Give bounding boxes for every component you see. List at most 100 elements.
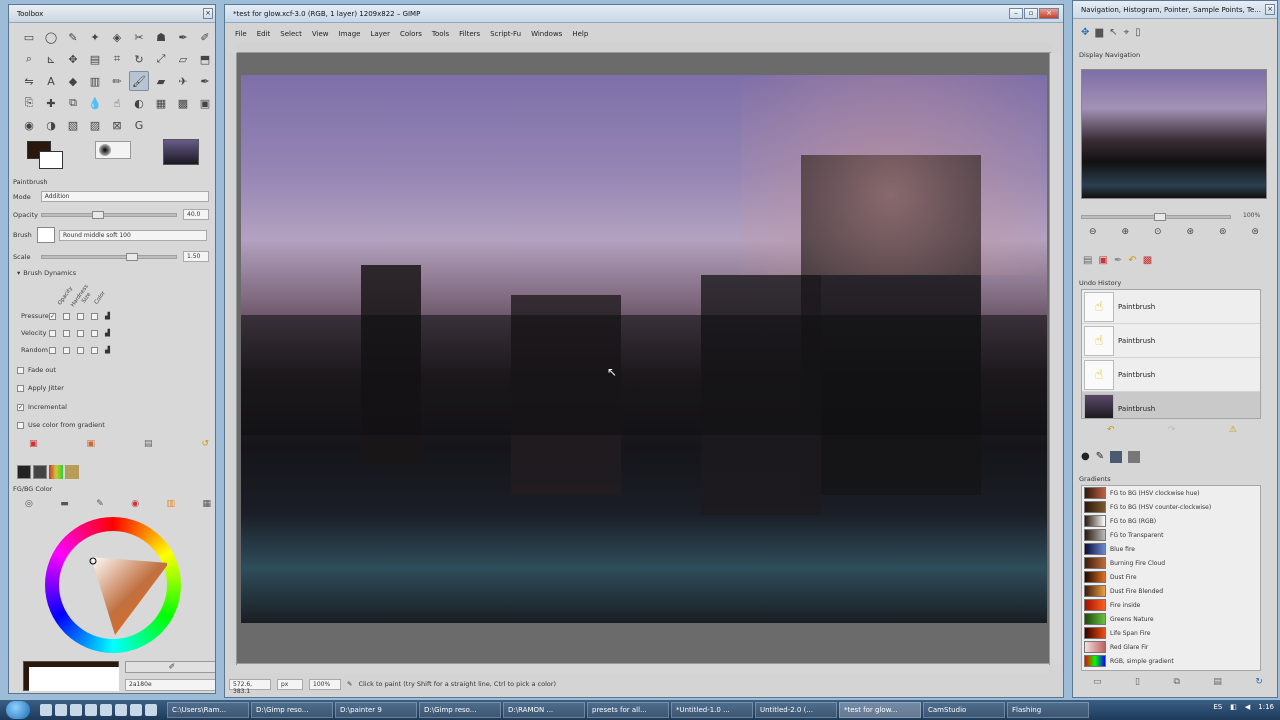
apply-jitter-checkbox[interactable]: [17, 384, 24, 392]
list-item[interactable]: Burning Fire Cloud: [1082, 556, 1260, 570]
layers-tab-icon[interactable]: ▤: [1083, 255, 1092, 266]
use-gradient-option[interactable]: Use color from gradient: [17, 421, 105, 429]
list-item[interactable]: Red Glare Fir: [1082, 640, 1260, 654]
quicklaunch-icon[interactable]: [115, 704, 127, 716]
taskbar-item[interactable]: C:\Users\Ram...: [167, 702, 249, 718]
clear-history-icon[interactable]: ⚠: [1229, 425, 1237, 435]
quicklaunch-icon[interactable]: [55, 704, 67, 716]
list-item[interactable]: ☝ Paintbrush: [1082, 290, 1260, 324]
list-item[interactable]: Dust Fire: [1082, 570, 1260, 584]
incremental-option[interactable]: ✓ Incremental: [17, 403, 67, 411]
brush-preview[interactable]: [95, 141, 131, 159]
opacity-value[interactable]: 40.0: [183, 209, 209, 220]
menu-image[interactable]: Image: [339, 30, 361, 38]
sample-points-tab-icon[interactable]: ⌖: [1123, 27, 1129, 38]
taskbar-item[interactable]: Flashing: [1007, 702, 1089, 718]
dyn-checkbox[interactable]: [49, 346, 56, 354]
nav-zoom-slider[interactable]: [1081, 213, 1231, 221]
refresh-gradients-icon[interactable]: ↻: [1255, 677, 1263, 687]
measure-icon[interactable]: ⊾: [41, 49, 61, 69]
levels-icon[interactable]: ▩: [173, 93, 193, 113]
list-item[interactable]: Greens Nature: [1082, 612, 1260, 626]
list-item[interactable]: Dust Fire Blended: [1082, 584, 1260, 598]
delete-options-icon[interactable]: ▤: [144, 439, 153, 449]
opacity-slider[interactable]: [41, 210, 177, 219]
restore-options-icon[interactable]: ▣: [86, 439, 95, 449]
color-picker-icon[interactable]: ✐: [125, 661, 215, 673]
align-icon[interactable]: ▤: [85, 49, 105, 69]
histogram-tab-icon[interactable]: ▆: [1095, 27, 1103, 38]
desaturate-icon[interactable]: ⊠: [107, 115, 127, 135]
dyn-checkbox[interactable]: [63, 329, 70, 337]
taskbar-item[interactable]: *test for glow...: [839, 702, 921, 718]
mode-select[interactable]: Addition: [40, 191, 209, 202]
use-gradient-checkbox[interactable]: [17, 421, 24, 429]
paint-dynamics-tab-icon[interactable]: ✎: [1096, 451, 1104, 463]
color-balance-icon[interactable]: ◉: [19, 115, 39, 135]
shrink-wrap-icon[interactable]: ⊜: [1251, 227, 1259, 237]
close-icon[interactable]: ×: [1039, 8, 1059, 19]
vertical-ruler[interactable]: [227, 53, 237, 665]
quicklaunch-icon[interactable]: [70, 704, 82, 716]
perspective-icon[interactable]: ⬒: [195, 49, 215, 69]
zoom-fill-icon[interactable]: ⊚: [1219, 227, 1227, 237]
scale-value[interactable]: 1.50: [183, 251, 209, 262]
brushes-tab-icon[interactable]: ●: [1081, 451, 1090, 463]
dyn-checkbox[interactable]: [77, 329, 84, 337]
eraser-icon[interactable]: ▰: [151, 71, 171, 91]
toolbox-titlebar[interactable]: Toolbox ×: [9, 5, 215, 23]
ellipse-select-icon[interactable]: ◯: [41, 27, 61, 47]
horizontal-scrollbar[interactable]: [237, 663, 1049, 673]
start-button[interactable]: [6, 701, 30, 719]
painting-image[interactable]: [241, 75, 1047, 623]
clone-icon[interactable]: ⎘: [19, 93, 39, 113]
dyn-checkbox[interactable]: [77, 312, 84, 320]
watercolor-selector-icon[interactable]: ✎: [96, 499, 104, 509]
gradients-tab-icon[interactable]: [1128, 451, 1141, 463]
paths-tab-icon[interactable]: ✒: [1114, 255, 1122, 266]
channels-tab-icon[interactable]: ▣: [1098, 255, 1107, 266]
dyn-checkbox[interactable]: ✓: [49, 312, 56, 320]
cmyk-selector-icon[interactable]: ▬: [60, 499, 69, 509]
color-select-icon[interactable]: ◈: [107, 27, 127, 47]
zoom-fit-icon[interactable]: ⊛: [1186, 227, 1194, 237]
palette-selector-icon[interactable]: ▦: [202, 499, 211, 509]
image-preview[interactable]: [163, 139, 199, 165]
text-tab-icon[interactable]: ▯: [1135, 27, 1141, 38]
dyn-checkbox[interactable]: [91, 329, 98, 337]
incremental-checkbox[interactable]: ✓: [17, 403, 24, 411]
maximize-icon[interactable]: ▫: [1024, 8, 1038, 19]
dyn-curve-icon[interactable]: ▟: [105, 346, 110, 354]
menu-layer[interactable]: Layer: [370, 30, 390, 38]
list-item[interactable]: FG to BG (RGB): [1082, 514, 1260, 528]
network-icon[interactable]: ◧: [1230, 703, 1237, 711]
canvas-area[interactable]: ↖: [237, 53, 1051, 665]
color-triangle[interactable]: [59, 531, 167, 639]
quicklaunch-icon[interactable]: [145, 704, 157, 716]
taskbar-item[interactable]: presets for all...: [587, 702, 669, 718]
language-indicator[interactable]: ES: [1213, 703, 1222, 711]
patterns-tab-icon[interactable]: [1110, 451, 1123, 463]
scales-selector-icon[interactable]: ▥: [167, 499, 176, 509]
free-select-icon[interactable]: ✎: [63, 27, 83, 47]
dyn-checkbox[interactable]: [49, 329, 56, 337]
fade-out-checkbox[interactable]: [17, 366, 24, 374]
redo-tab-icon[interactable]: ▩: [1143, 255, 1152, 266]
threshold-icon[interactable]: ▧: [63, 115, 83, 135]
zoom-out-icon[interactable]: ⊖: [1089, 227, 1097, 237]
list-item[interactable]: Blue fire: [1082, 542, 1260, 556]
menu-filters[interactable]: Filters: [459, 30, 480, 38]
palette-tab-icon[interactable]: [49, 465, 63, 479]
bg-tab-icon[interactable]: [33, 465, 47, 479]
zoom-select[interactable]: 100%: [309, 678, 341, 690]
save-options-icon[interactable]: ▣: [29, 439, 38, 449]
bucket-fill-icon[interactable]: ◆: [63, 71, 83, 91]
perspective-clone-icon[interactable]: ⧉: [63, 93, 83, 113]
paths-icon[interactable]: ✒: [173, 27, 193, 47]
text-icon[interactable]: A: [41, 71, 61, 91]
dyn-checkbox[interactable]: [91, 346, 98, 354]
foreground-select-icon[interactable]: ☗: [151, 27, 171, 47]
pointer-tab-icon[interactable]: ↖: [1109, 27, 1117, 38]
list-item[interactable]: Life Span Fire: [1082, 626, 1260, 640]
fg-tab-icon[interactable]: [17, 465, 31, 479]
